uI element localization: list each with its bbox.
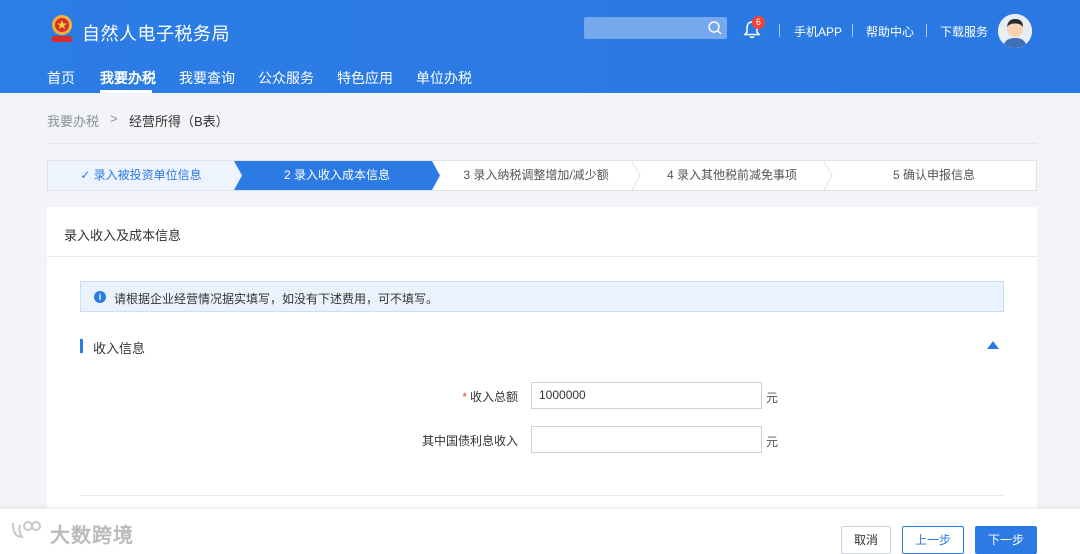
notice-banner: i 请根据企业经营情况据实填写，如没有下述费用，可不填写。 <box>80 281 1004 312</box>
step-2[interactable]: 2 录入收入成本信息 <box>242 161 432 190</box>
step-4: 4 录入其他税前减免事项 <box>666 168 797 182</box>
chevron-right-icon: > <box>110 111 118 126</box>
divider <box>779 24 780 37</box>
step-3: 3 录入纳税调整增加/减少额 <box>463 168 609 182</box>
nav-home[interactable]: 首页 <box>47 68 75 88</box>
step-5: 5 确认申报信息 <box>892 168 975 182</box>
search-input[interactable] <box>584 17 727 39</box>
user-avatar-icon <box>998 14 1032 48</box>
help-center-link[interactable]: 帮助中心 <box>866 23 914 40</box>
action-footer: 大数跨境 取消 上一步 下一步 <box>0 509 1080 554</box>
section-title: 收入信息 <box>93 341 146 356</box>
nav-public-service[interactable]: 公众服务 <box>258 68 314 88</box>
nav-special-apps[interactable]: 特色应用 <box>337 68 393 88</box>
nav-query[interactable]: 我要查询 <box>179 68 235 88</box>
cancel-button[interactable]: 取消 <box>841 526 891 554</box>
breadcrumb-home[interactable]: 我要办税 <box>47 111 99 130</box>
income-total-input[interactable]: 1000000 <box>531 382 762 409</box>
watermark-text: 大数跨境 <box>50 525 134 547</box>
watermark-logo-icon <box>12 521 41 539</box>
active-nav-indicator <box>100 90 152 93</box>
unit-label: 元 <box>766 435 779 449</box>
top-header: 自然人电子税务局 6 手机APP 帮助中心 下载服务 首页 我要办税 我要查询 … <box>0 0 1080 93</box>
notice-text: 请根据企业经营情况据实填写，如没有下述费用，可不填写。 <box>114 292 439 306</box>
divider <box>47 143 1037 144</box>
field-label-text: 收入总额 <box>469 390 518 404</box>
site-title: 自然人电子税务局 <box>82 24 230 44</box>
next-step-button[interactable]: 下一步 <box>975 526 1037 554</box>
income-total-label: * 收入总额 <box>378 388 518 405</box>
divider <box>47 256 1037 257</box>
step-progress-bar: ✓ 录入被投资单位信息 2 录入收入成本信息 3 录入纳税调整增加/减少额 4 … <box>47 160 1037 191</box>
user-avatar[interactable] <box>998 14 1032 48</box>
nav-tax-handling[interactable]: 我要办税 <box>100 68 156 88</box>
caret-up-icon[interactable] <box>986 340 1000 350</box>
bond-interest-label: 其中国债利息收入 <box>378 432 518 449</box>
previous-step-button[interactable]: 上一步 <box>902 526 964 554</box>
unit-label: 元 <box>766 391 779 405</box>
field-label-text: 其中国债利息收入 <box>421 434 518 448</box>
nav-unit-tax[interactable]: 单位办税 <box>416 68 472 88</box>
notification-badge: 6 <box>752 16 765 29</box>
bond-interest-input[interactable] <box>531 426 762 453</box>
section-marker <box>80 339 83 353</box>
card-title: 录入收入及成本信息 <box>64 228 182 243</box>
divider <box>80 495 1004 496</box>
mobile-app-link[interactable]: 手机APP <box>794 23 842 40</box>
info-icon: i <box>94 291 106 303</box>
breadcrumb-current: 经营所得（B表） <box>129 114 229 129</box>
download-service-link[interactable]: 下载服务 <box>940 23 988 40</box>
required-mark: * <box>462 390 467 404</box>
step-1[interactable]: ✓ 录入被投资单位信息 <box>48 161 234 190</box>
form-card: 录入收入及成本信息 i 请根据企业经营情况据实填写，如没有下述费用，可不填写。 … <box>47 207 1037 517</box>
divider <box>926 24 927 37</box>
search-icon[interactable] <box>707 20 723 36</box>
divider <box>852 24 853 37</box>
tax-emblem-icon <box>52 15 72 42</box>
